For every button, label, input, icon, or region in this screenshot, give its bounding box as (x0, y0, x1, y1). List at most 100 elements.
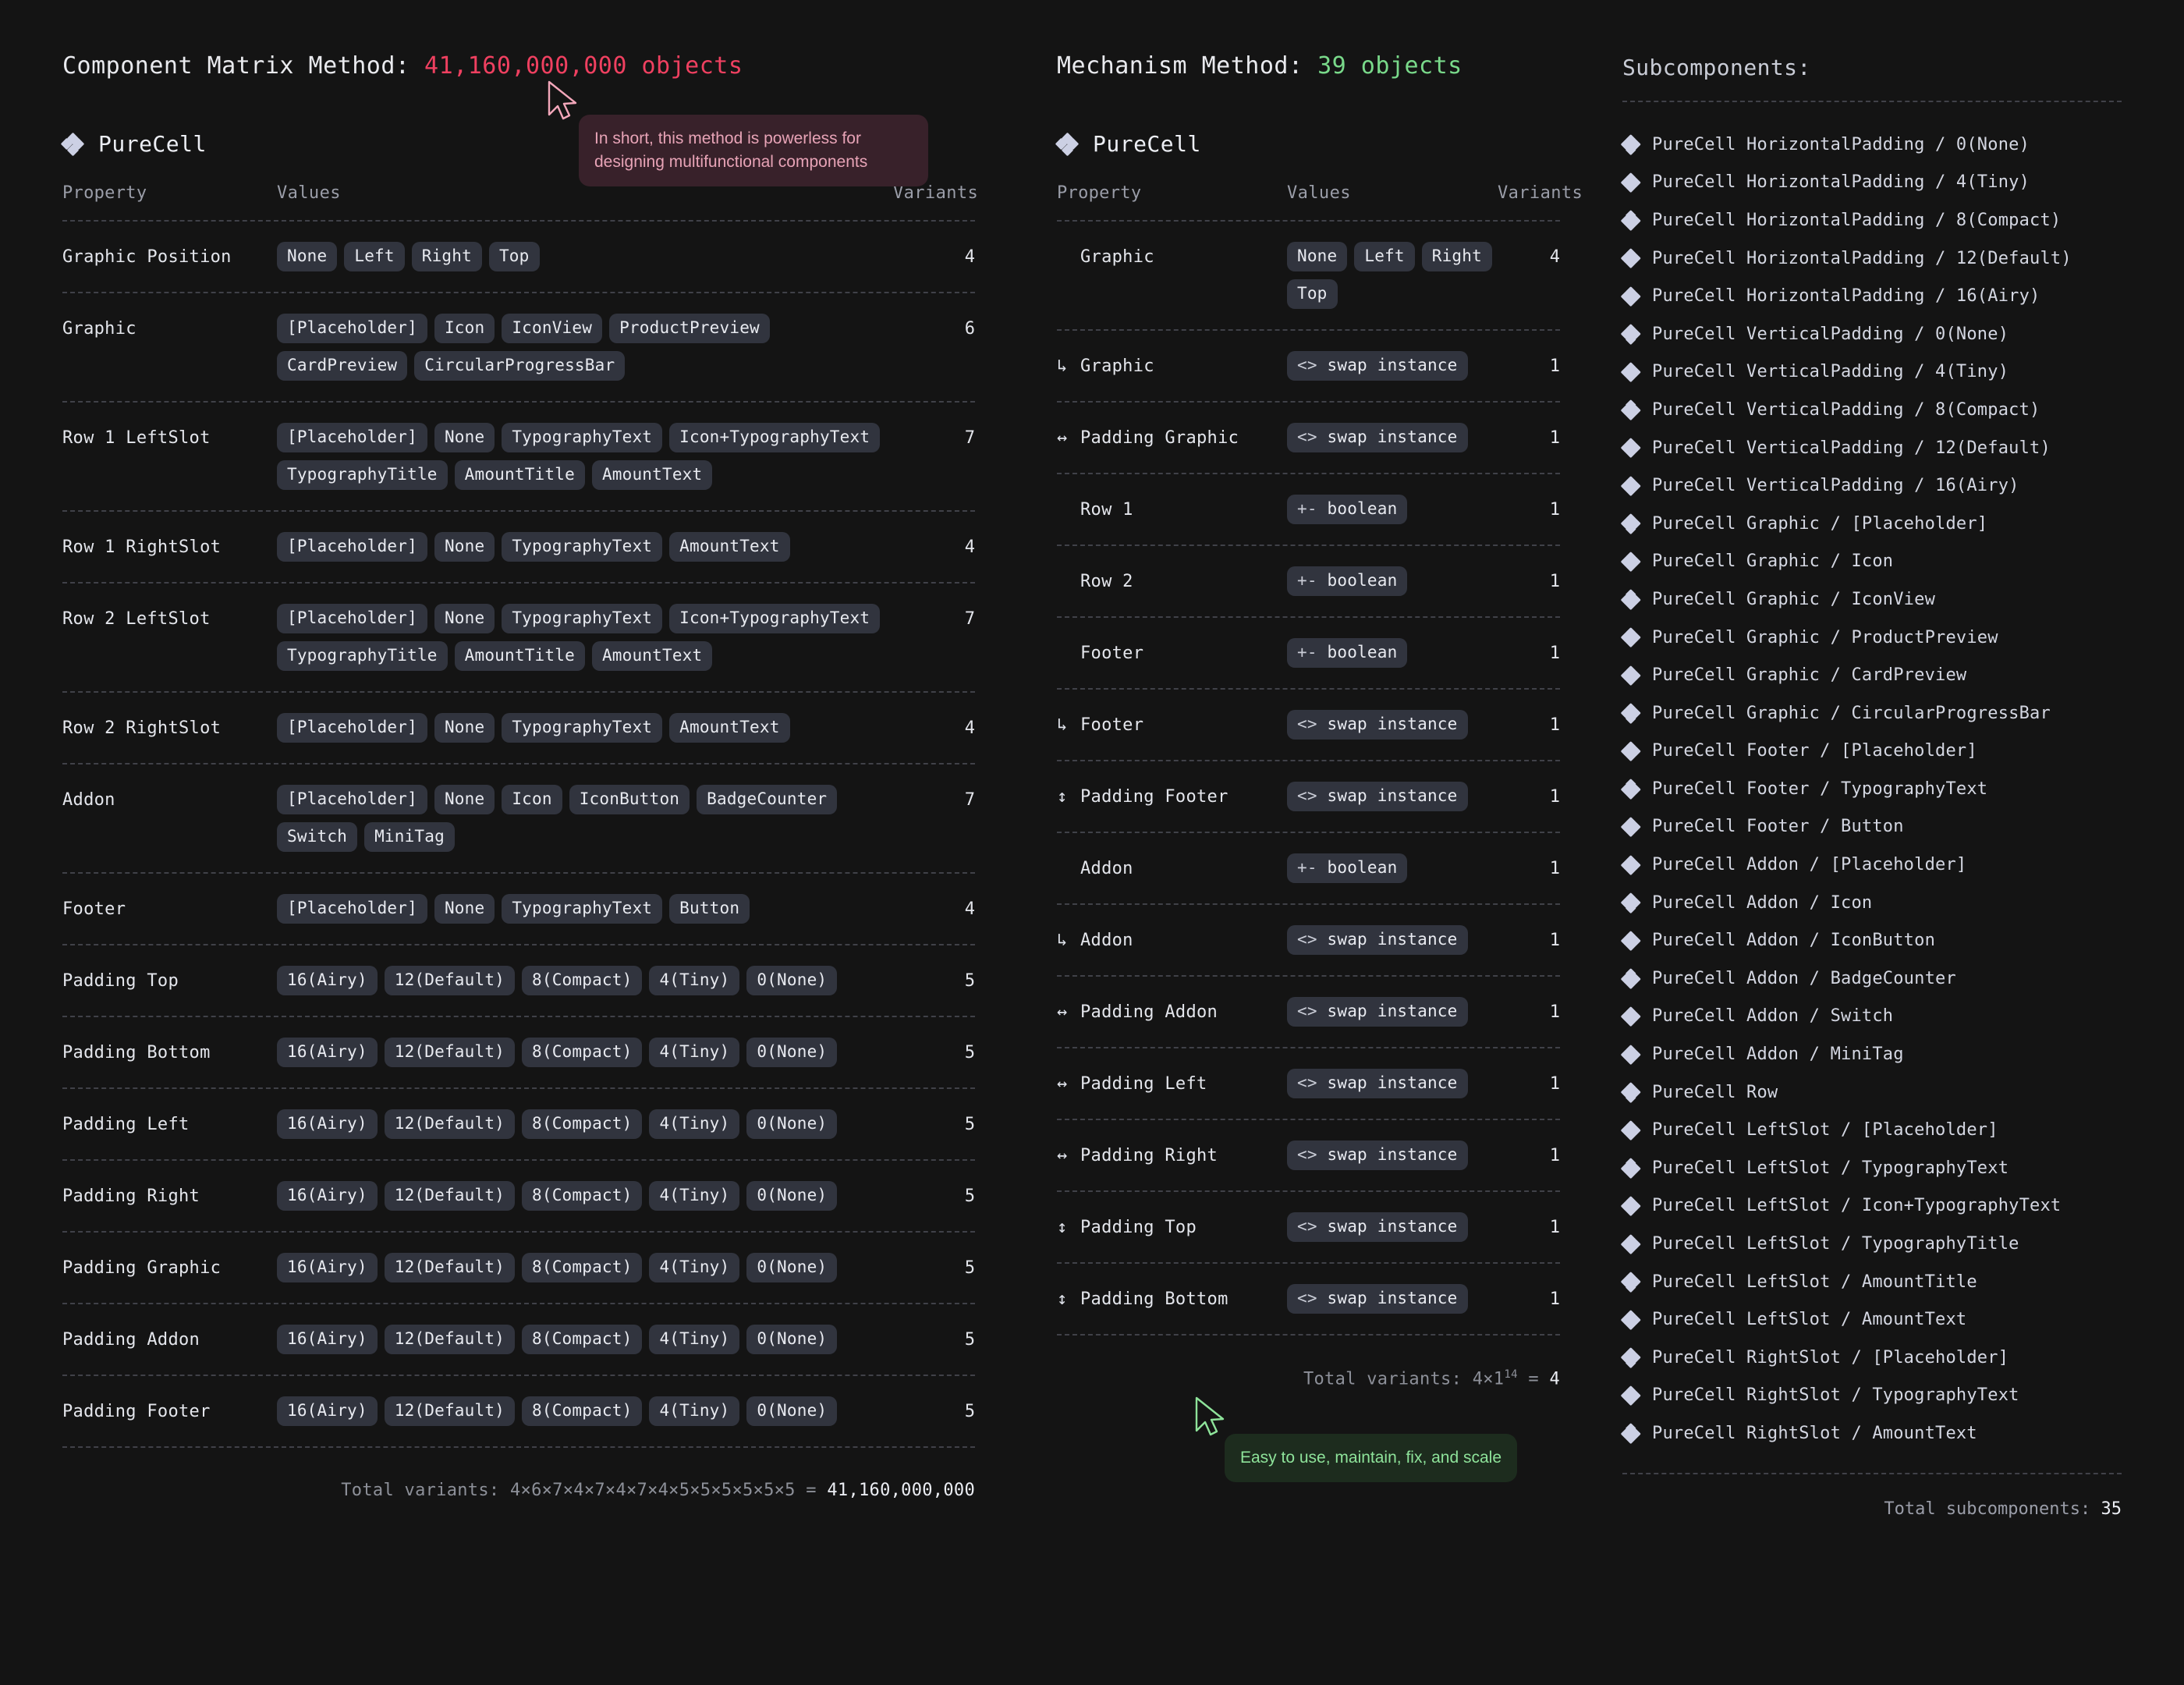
value-chip[interactable]: <> swap instance (1287, 1284, 1468, 1314)
value-chip[interactable]: 0(None) (746, 966, 837, 995)
value-chip[interactable]: CircularProgressBar (414, 351, 625, 381)
value-chip[interactable]: BadgeCounter (697, 785, 837, 814)
value-chip[interactable]: [Placeholder] (277, 423, 427, 452)
value-chip[interactable]: 12(Default) (385, 1253, 515, 1282)
value-chip[interactable]: 4(Tiny) (649, 1109, 739, 1139)
value-chip[interactable]: None (434, 532, 495, 562)
value-chip[interactable]: 16(Airy) (277, 1038, 378, 1067)
list-item[interactable]: PureCell RightSlot / [Placeholder] (1622, 1339, 2122, 1377)
list-item[interactable]: PureCell Addon / IconButton (1622, 921, 2122, 960)
value-chip[interactable]: Left (1354, 242, 1414, 271)
list-item[interactable]: PureCell Footer / Button (1622, 808, 2122, 846)
value-chip[interactable]: [Placeholder] (277, 604, 427, 633)
value-chip[interactable]: None (434, 423, 495, 452)
value-chip[interactable]: 4(Tiny) (649, 1325, 739, 1354)
value-chip[interactable]: TypographyText (502, 423, 662, 452)
value-chip[interactable]: 0(None) (746, 1325, 837, 1354)
value-chip[interactable]: 0(None) (746, 1181, 837, 1211)
value-chip[interactable]: <> swap instance (1287, 782, 1468, 811)
value-chip[interactable]: ProductPreview (609, 314, 770, 343)
list-item[interactable]: PureCell Graphic / CircularProgressBar (1622, 694, 2122, 733)
list-item[interactable]: PureCell HorizontalPadding / 12(Default) (1622, 239, 2122, 278)
value-chip[interactable]: Right (1422, 242, 1492, 271)
value-chip[interactable]: AmountText (592, 641, 712, 671)
list-item[interactable]: PureCell Footer / TypographyText (1622, 770, 2122, 808)
value-chip[interactable]: 0(None) (746, 1038, 837, 1067)
value-chip[interactable]: 16(Airy) (277, 1325, 378, 1354)
value-chip[interactable]: 4(Tiny) (649, 1396, 739, 1426)
value-chip[interactable]: <> swap instance (1287, 423, 1468, 452)
value-chip[interactable]: 16(Airy) (277, 1253, 378, 1282)
value-chip[interactable]: None (434, 713, 495, 743)
value-chip[interactable]: TypographyText (502, 604, 662, 633)
list-item[interactable]: PureCell LeftSlot / AmountText (1622, 1300, 2122, 1339)
value-chip[interactable]: 8(Compact) (522, 1181, 642, 1211)
value-chip[interactable]: +- boolean (1287, 566, 1407, 596)
value-chip[interactable]: MiniTag (364, 822, 455, 852)
value-chip[interactable]: +- boolean (1287, 495, 1407, 524)
value-chip[interactable]: Right (412, 242, 482, 271)
value-chip[interactable]: 16(Airy) (277, 1181, 378, 1211)
value-chip[interactable]: <> swap instance (1287, 925, 1468, 955)
value-chip[interactable]: <> swap instance (1287, 710, 1468, 740)
list-item[interactable]: PureCell HorizontalPadding / 4(Tiny) (1622, 164, 2122, 202)
value-chip[interactable]: IconView (502, 314, 602, 343)
value-chip[interactable]: 12(Default) (385, 1181, 515, 1211)
value-chip[interactable]: Switch (277, 822, 357, 852)
value-chip[interactable]: AmountTitle (455, 641, 585, 671)
list-item[interactable]: PureCell LeftSlot / Icon+TypographyText (1622, 1187, 2122, 1226)
value-chip[interactable]: 4(Tiny) (649, 1253, 739, 1282)
list-item[interactable]: PureCell Graphic / CardPreview (1622, 656, 2122, 694)
value-chip[interactable]: 0(None) (746, 1253, 837, 1282)
value-chip[interactable]: AmountText (669, 713, 789, 743)
value-chip[interactable]: 12(Default) (385, 1109, 515, 1139)
value-chip[interactable]: 16(Airy) (277, 1396, 378, 1426)
value-chip[interactable]: Icon+TypographyText (669, 604, 880, 633)
value-chip[interactable]: +- boolean (1287, 638, 1407, 668)
list-item[interactable]: PureCell LeftSlot / TypographyText (1622, 1149, 2122, 1187)
list-item[interactable]: PureCell Addon / Icon (1622, 884, 2122, 922)
list-item[interactable]: PureCell VerticalPadding / 16(Airy) (1622, 466, 2122, 505)
value-chip[interactable]: 12(Default) (385, 1325, 515, 1354)
list-item[interactable]: PureCell Addon / MiniTag (1622, 1035, 2122, 1073)
value-chip[interactable]: [Placeholder] (277, 785, 427, 814)
value-chip[interactable]: AmountText (592, 460, 712, 490)
list-item[interactable]: PureCell LeftSlot / AmountTitle (1622, 1263, 2122, 1301)
value-chip[interactable]: 16(Airy) (277, 966, 378, 995)
value-chip[interactable]: 4(Tiny) (649, 966, 739, 995)
value-chip[interactable]: 0(None) (746, 1396, 837, 1426)
value-chip[interactable]: 0(None) (746, 1109, 837, 1139)
list-item[interactable]: PureCell Graphic / ProductPreview (1622, 619, 2122, 657)
list-item[interactable]: PureCell LeftSlot / [Placeholder] (1622, 1111, 2122, 1149)
value-chip[interactable]: TypographyText (502, 532, 662, 562)
value-chip[interactable]: TypographyText (502, 894, 662, 924)
value-chip[interactable]: +- boolean (1287, 853, 1407, 883)
value-chip[interactable]: 12(Default) (385, 1396, 515, 1426)
value-chip[interactable]: 8(Compact) (522, 1253, 642, 1282)
value-chip[interactable]: <> swap instance (1287, 1140, 1468, 1170)
value-chip[interactable]: <> swap instance (1287, 351, 1468, 381)
value-chip[interactable]: 8(Compact) (522, 966, 642, 995)
list-item[interactable]: PureCell Footer / [Placeholder] (1622, 733, 2122, 771)
value-chip[interactable]: Icon (434, 314, 495, 343)
list-item[interactable]: PureCell Addon / Switch (1622, 998, 2122, 1036)
value-chip[interactable]: 4(Tiny) (649, 1181, 739, 1211)
value-chip[interactable]: Icon (502, 785, 562, 814)
value-chip[interactable]: AmountText (669, 532, 789, 562)
value-chip[interactable]: 4(Tiny) (649, 1038, 739, 1067)
value-chip[interactable]: 8(Compact) (522, 1396, 642, 1426)
value-chip[interactable]: [Placeholder] (277, 532, 427, 562)
list-item[interactable]: PureCell Graphic / IconView (1622, 580, 2122, 619)
list-item[interactable]: PureCell RightSlot / TypographyText (1622, 1377, 2122, 1415)
list-item[interactable]: PureCell VerticalPadding / 0(None) (1622, 315, 2122, 353)
list-item[interactable]: PureCell Addon / [Placeholder] (1622, 846, 2122, 884)
value-chip[interactable]: Top (1287, 279, 1338, 309)
value-chip[interactable]: TypographyTitle (277, 641, 448, 671)
value-chip[interactable]: 8(Compact) (522, 1109, 642, 1139)
list-item[interactable]: PureCell VerticalPadding / 12(Default) (1622, 429, 2122, 467)
value-chip[interactable]: 12(Default) (385, 966, 515, 995)
value-chip[interactable]: 8(Compact) (522, 1038, 642, 1067)
value-chip[interactable]: [Placeholder] (277, 314, 427, 343)
value-chip[interactable]: AmountTitle (455, 460, 585, 490)
value-chip[interactable]: TypographyText (502, 713, 662, 743)
